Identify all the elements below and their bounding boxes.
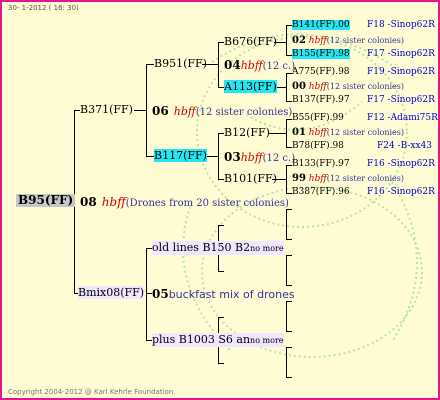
leaf-row[interactable]: B137(FF).97 F17 -Sinop62R — [292, 94, 435, 107]
pedigree-window: 30- 1-2012 ( 16: 30) B95(FF) 08 hbff(Dro… — [0, 0, 440, 400]
leaf-score: .98 — [335, 49, 350, 59]
leaf-mating-code: hbff — [308, 174, 327, 184]
leaf-queen: B387(FF) — [292, 187, 336, 197]
granddam-a-mating-code: hbff — [240, 59, 263, 72]
sire-plus-line[interactable]: plus B1003 S6 anno more — [152, 333, 284, 347]
leaf-queen: B137(FF) — [292, 95, 336, 105]
leaf-gen-number: 99 — [292, 173, 306, 184]
sire-plus-label: plus B1003 S6 an — [152, 333, 251, 346]
granddam-a-mating-note: (12 c.) — [262, 61, 296, 72]
leaf-gen-number: 02 — [292, 35, 306, 46]
sire-queen[interactable]: Bmix08(FF) — [78, 286, 145, 299]
root-gen-number: 08 — [80, 195, 97, 209]
date-stamp: 30- 1-2012 ( 16: 30) — [8, 4, 79, 12]
leaf-row[interactable]: B387(FF).96 F16 -Sinop62R — [292, 186, 435, 199]
leaf-row[interactable]: B133(FF).97 F16 -Sinop62R — [292, 158, 435, 171]
leaf-reference: F24 -B-xx43 — [377, 141, 433, 151]
leaf-score: .99 — [329, 113, 344, 123]
granddam-b-queen[interactable]: B117(FF) — [154, 149, 207, 162]
granddam-b-mating-code: hbff — [240, 151, 263, 164]
leaf-row[interactable]: B141(FF).00 F18 -Sinop62R — [292, 19, 435, 32]
leaf-mating-row: 01 hbff(12 sister colonies) — [292, 126, 404, 140]
leaf-mating-note: (12 sister colonies) — [326, 174, 405, 183]
root-mating-code: hbff — [101, 195, 126, 209]
dam-mating: 06 hbff(12 sister colonies) — [152, 103, 292, 119]
leaf-score: .00 — [335, 20, 350, 30]
leaf-mating-row: 99 hbff(12 sister colonies) — [292, 172, 404, 186]
leaf-queen: A775(FF) — [292, 67, 336, 77]
leaf-score: .98 — [329, 141, 344, 151]
leaf-score: .97 — [335, 95, 350, 105]
copyright-footer: Copyright 2004-2012 @ Karl Kehrle Founda… — [8, 388, 176, 396]
sire-old-lines-more: no more — [250, 244, 284, 253]
leaf-mating-code: hbff — [308, 82, 327, 92]
leaf-row[interactable]: B155(FF).98 F17 -Sinop62R — [292, 48, 435, 61]
sire-old-lines-label: old lines B150 B2 — [152, 241, 251, 254]
leaf-reference: F12 -Adami75R — [367, 113, 438, 123]
dam-mating-code: hbff — [173, 105, 196, 118]
leaf-reference: F18 -Sinop62R — [367, 20, 435, 30]
leaf-queen: B133(FF) — [292, 159, 336, 169]
gg-queen-b12[interactable]: B12(FF) — [224, 126, 270, 139]
leaf-gen-number: 01 — [292, 127, 306, 138]
gg-queen-a113[interactable]: A113(FF) — [224, 80, 277, 93]
leaf-queen: B78(FF) — [292, 141, 330, 151]
sire-old-lines[interactable]: old lines B150 B2no more — [152, 241, 284, 255]
dam-gen-number: 06 — [152, 104, 169, 118]
leaf-mating-row: 00 hbff(12 sister colonies) — [292, 80, 404, 94]
leaf-row[interactable]: A775(FF).98 F19 -Sinop62R — [292, 66, 435, 79]
granddam-b-mating: 03hbff(12 c.) — [224, 149, 295, 165]
leaf-mating-code: hbff — [308, 128, 327, 138]
leaf-reference: F17 -Sinop62R — [367, 49, 435, 59]
root-mating-note: (Drones from 20 sister colonies) — [125, 198, 289, 209]
leaf-row[interactable]: B55(FF).99 F12 -Adami75R — [292, 112, 438, 125]
leaf-row[interactable]: B78(FF).98 F24 -B-xx43 — [292, 140, 432, 153]
leaf-reference: F16 -Sinop62R — [367, 159, 435, 169]
gg-queen-b676[interactable]: B676(FF) — [224, 35, 277, 48]
leaf-mating-note: (12 sister colonies) — [326, 36, 405, 45]
granddam-b-gen-number: 03 — [224, 150, 241, 164]
leaf-reference: F16 -Sinop62R — [367, 187, 435, 197]
leaf-mating-row: 02 hbff(12 sister colonies) — [292, 34, 404, 48]
sire-gen-number: 05 — [152, 287, 169, 301]
leaf-reference: F17 -Sinop62R — [367, 95, 435, 105]
sire-plus-more: no more — [250, 336, 284, 345]
leaf-queen: B55(FF) — [292, 113, 330, 123]
leaf-mating-code: hbff — [308, 36, 327, 46]
granddam-a-gen-number: 04 — [224, 58, 241, 72]
dam-mating-note: (12 sister colonies) — [195, 107, 293, 118]
sire-mating: 05buckfast mix of drones — [152, 286, 295, 302]
leaf-queen: B141(FF) — [292, 20, 336, 30]
sire-description: buckfast mix of drones — [168, 288, 295, 301]
leaf-score: .98 — [335, 67, 350, 77]
leaf-gen-number: 00 — [292, 81, 306, 92]
gg-queen-b101[interactable]: B101(FF) — [224, 172, 277, 185]
leaf-mating-note: (12 sister colonies) — [326, 82, 405, 91]
granddam-a-queen[interactable]: B951(FF) — [154, 57, 207, 70]
leaf-reference: F19 -Sinop62R — [367, 67, 435, 77]
granddam-b-mating-note: (12 c.) — [262, 153, 296, 164]
leaf-queen: B155(FF) — [292, 49, 336, 59]
dam-queen[interactable]: B371(FF) — [80, 103, 133, 116]
granddam-a-mating: 04hbff(12 c.) — [224, 57, 295, 73]
root-queen[interactable]: B95(FF) — [16, 194, 76, 207]
leaf-score: .97 — [335, 159, 350, 169]
root-mating: 08 hbff(Drones from 20 sister colonies) — [80, 194, 289, 210]
leaf-mating-note: (12 sister colonies) — [326, 128, 405, 137]
leaf-score: .96 — [335, 187, 350, 197]
